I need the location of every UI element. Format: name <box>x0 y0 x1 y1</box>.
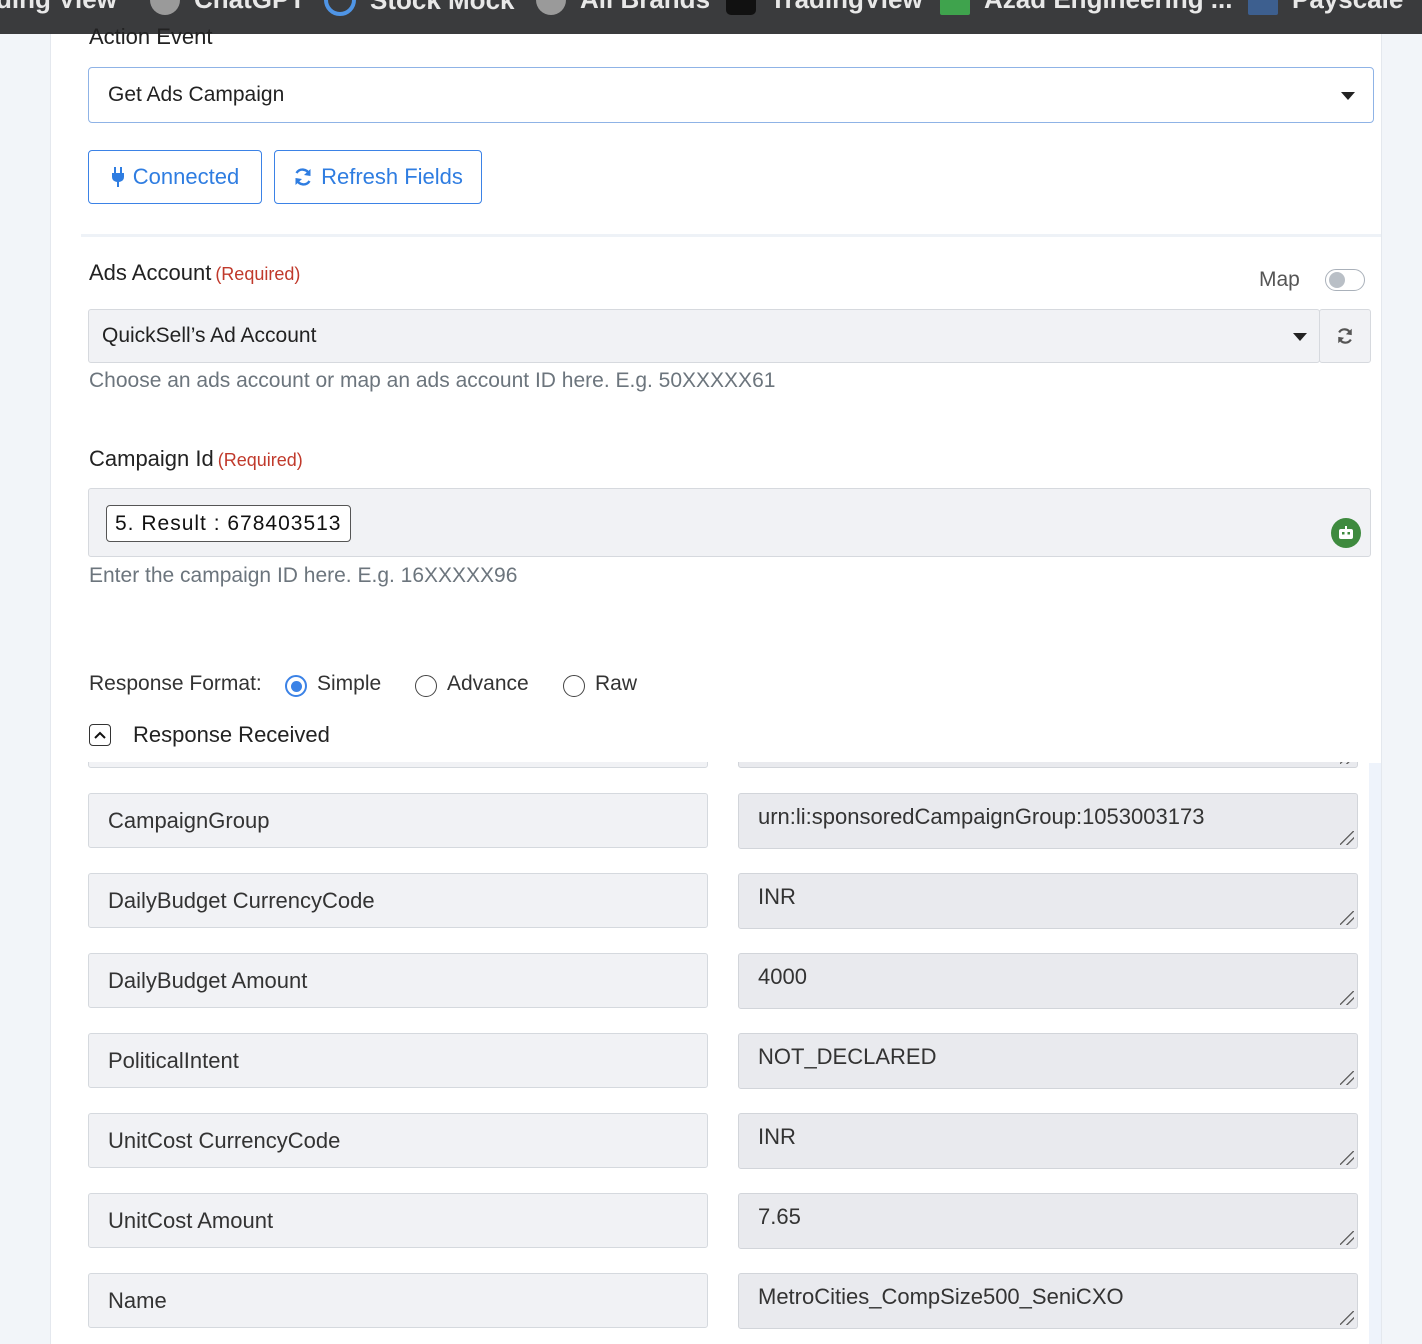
chart-icon <box>940 0 970 15</box>
value-field[interactable]: INR <box>738 1113 1358 1169</box>
section-divider <box>81 234 1381 237</box>
key-field: DailyBudget Amount <box>88 953 708 1008</box>
value-text: INR <box>758 1124 796 1149</box>
plug-icon <box>111 167 124 187</box>
radio-raw[interactable] <box>563 675 585 697</box>
campaign-id-field[interactable]: 5. Result : 678403513 <box>88 488 1371 557</box>
ads-account-refresh-button[interactable] <box>1319 309 1371 363</box>
response-format-label: Response Format: <box>89 672 262 695</box>
value-text: 4000 <box>758 964 807 989</box>
key-field <box>88 762 708 768</box>
required-tag: (Required) <box>215 264 301 284</box>
campaign-id-title: Campaign Id <box>89 446 214 471</box>
response-received-title: Response Received <box>133 722 330 747</box>
ads-account-value: QuickSell’s Ad Account <box>102 324 317 347</box>
payscale-icon <box>1248 0 1278 15</box>
connected-label: Connected <box>132 164 240 189</box>
value-text: urn:li:sponsoredCampaignGroup:1053003173 <box>758 804 1205 829</box>
campaign-id-help-text: Enter the campaign ID here. E.g. 16XXXXX… <box>89 564 518 587</box>
scrollbar-track[interactable] <box>1369 763 1381 1344</box>
value-field[interactable]: 4000 <box>738 953 1358 1009</box>
value-text: 7.65 <box>758 1204 801 1229</box>
resize-grip-icon[interactable] <box>1340 1151 1354 1165</box>
connected-button[interactable]: Connected <box>88 150 262 204</box>
value-field[interactable]: INR <box>738 873 1358 929</box>
response-list[interactable]: CampaignGroup urn:li:sponsoredCampaignGr… <box>51 762 1381 1344</box>
bookmarks-bar: ding View ChatGPT Stock Mock All Brands … <box>0 0 1422 34</box>
radio-advance-label[interactable]: Advance <box>447 672 529 696</box>
resize-grip-icon[interactable] <box>1340 1071 1354 1085</box>
bookmark-item[interactable]: All Brands <box>536 0 710 15</box>
resize-grip-icon[interactable] <box>1340 991 1354 1005</box>
bookmark-item[interactable]: Payscale <box>1248 0 1403 15</box>
key-field: UnitCost Amount <box>88 1193 708 1248</box>
key-field: Name <box>88 1273 708 1328</box>
action-event-value: Get Ads Campaign <box>108 83 285 106</box>
radio-simple[interactable] <box>285 675 307 697</box>
refresh-label: Refresh Fields <box>321 164 463 189</box>
action-event-label: Action Event <box>89 24 213 49</box>
ads-account-select[interactable]: QuickSell’s Ad Account <box>88 309 1320 363</box>
map-toggle[interactable] <box>1325 269 1365 291</box>
ads-account-help-text: Choose an ads account or map an ads acco… <box>89 369 776 392</box>
mapped-value-chip[interactable]: 5. Result : 678403513 <box>106 505 351 542</box>
bookmark-item[interactable]: Azad Engineering ... <box>940 0 1232 15</box>
refresh-icon <box>295 168 311 186</box>
chatgpt-icon <box>150 0 180 15</box>
ads-account-label: Ads Account (Required) <box>89 260 300 286</box>
key-field: DailyBudget CurrencyCode <box>88 873 708 928</box>
radio-raw-label[interactable]: Raw <box>595 672 637 696</box>
collapse-button[interactable] <box>89 724 111 746</box>
bookmark-item[interactable]: TradingView <box>726 0 923 15</box>
resize-grip-icon[interactable] <box>1340 911 1354 925</box>
required-tag: (Required) <box>217 450 303 470</box>
campaign-id-label: Campaign Id (Required) <box>89 446 303 472</box>
bookmark-item[interactable]: ChatGPT <box>150 0 305 15</box>
key-field: CampaignGroup <box>88 793 708 848</box>
value-field[interactable]: NOT_DECLARED <box>738 1033 1358 1089</box>
value-text: MetroCities_CompSize500_SeniCXO <box>758 1284 1124 1309</box>
ads-account-title: Ads Account <box>89 260 212 285</box>
bookmark-item[interactable]: Stock Mock <box>324 0 515 16</box>
map-label: Map <box>1259 268 1300 291</box>
value-field[interactable]: MetroCities_CompSize500_SeniCXO <box>738 1273 1358 1329</box>
value-text: NOT_DECLARED <box>758 1044 937 1069</box>
value-field[interactable]: urn:li:sponsoredCampaignGroup:1053003173 <box>738 793 1358 849</box>
resize-grip-icon[interactable] <box>1340 831 1354 845</box>
brands-icon <box>536 0 566 15</box>
tradingview-icon <box>726 0 756 15</box>
bot-icon[interactable] <box>1331 518 1361 548</box>
action-event-select[interactable]: Get Ads Campaign <box>88 67 1374 123</box>
resize-grip-icon <box>1340 762 1354 764</box>
resize-grip-icon[interactable] <box>1340 1231 1354 1245</box>
resize-grip-icon[interactable] <box>1340 1311 1354 1325</box>
bookmark-item[interactable]: ding View <box>0 0 117 15</box>
key-field: UnitCost CurrencyCode <box>88 1113 708 1168</box>
value-field[interactable]: 7.65 <box>738 1193 1358 1249</box>
value-field <box>738 762 1358 768</box>
refresh-fields-button[interactable]: Refresh Fields <box>274 150 482 204</box>
refresh-icon <box>1338 328 1352 344</box>
chevron-up-icon <box>94 731 106 739</box>
stockmock-icon <box>324 0 356 16</box>
value-text: INR <box>758 884 796 909</box>
toggle-knob <box>1329 272 1345 288</box>
chevron-down-icon <box>1293 333 1307 341</box>
chevron-down-icon <box>1341 92 1355 100</box>
radio-advance[interactable] <box>415 675 437 697</box>
radio-simple-label[interactable]: Simple <box>317 672 381 696</box>
key-field: PoliticalIntent <box>88 1033 708 1088</box>
action-config-panel: Action Event Get Ads Campaign Connected … <box>50 24 1382 1344</box>
